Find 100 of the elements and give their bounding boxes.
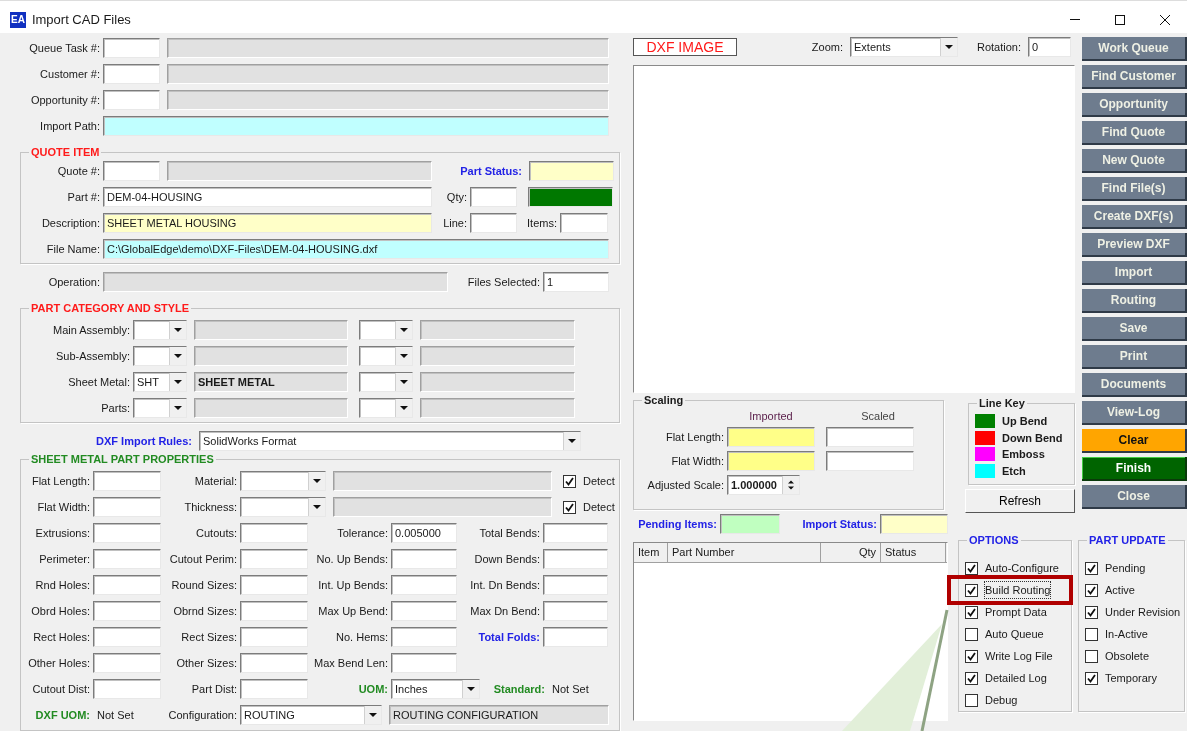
text-field[interactable] [543, 627, 608, 647]
text-field[interactable] [103, 90, 160, 110]
action-button[interactable]: Finish [1082, 457, 1187, 481]
column-header[interactable]: Part Number [668, 543, 821, 563]
text-field[interactable] [826, 451, 914, 471]
text-field[interactable] [391, 653, 457, 673]
checkbox[interactable] [965, 627, 978, 641]
text-field[interactable] [93, 575, 161, 595]
text-field[interactable] [470, 187, 517, 207]
checkbox[interactable] [1085, 583, 1098, 597]
text-field[interactable] [727, 427, 815, 447]
text-field[interactable] [93, 523, 161, 543]
text-field[interactable] [240, 601, 308, 621]
text-field[interactable] [103, 38, 160, 58]
checkbox[interactable] [965, 649, 978, 663]
checkbox[interactable] [965, 583, 978, 597]
column-header[interactable]: Status [881, 543, 946, 563]
text-field[interactable] [93, 679, 161, 699]
text-field[interactable] [880, 514, 948, 534]
checkbox[interactable] [1085, 671, 1098, 685]
action-button[interactable]: Close [1082, 485, 1187, 509]
dropdown-field[interactable] [133, 346, 187, 366]
checkbox[interactable] [1085, 649, 1098, 663]
text-field[interactable] [727, 451, 815, 471]
text-field[interactable] [103, 64, 160, 84]
action-button[interactable]: Print [1082, 345, 1187, 369]
close-icon[interactable] [1158, 13, 1171, 26]
text-field[interactable]: 0 [1028, 37, 1071, 57]
action-button[interactable]: Routing [1082, 289, 1187, 313]
text-field[interactable] [240, 523, 308, 543]
text-field[interactable] [93, 549, 161, 569]
action-button[interactable]: Opportunity [1082, 93, 1187, 117]
maximize-icon[interactable] [1113, 13, 1126, 26]
dropdown-field[interactable] [359, 398, 413, 418]
checkbox[interactable] [1085, 561, 1098, 575]
spinner-field[interactable]: 1.000000 [727, 475, 800, 495]
checkbox[interactable] [965, 693, 978, 707]
text-field[interactable] [103, 116, 609, 136]
text-field[interactable] [93, 653, 161, 673]
text-field[interactable] [103, 161, 160, 181]
spinner-icon[interactable] [786, 479, 796, 491]
text-field[interactable] [391, 601, 457, 621]
text-field[interactable] [391, 549, 457, 569]
action-button[interactable]: Import [1082, 261, 1187, 285]
text-field[interactable] [240, 627, 308, 647]
text-field[interactable] [93, 601, 161, 621]
text-field[interactable] [240, 575, 308, 595]
dropdown-field[interactable]: Inches [391, 679, 480, 699]
checkbox[interactable] [965, 671, 978, 685]
text-field[interactable] [826, 427, 914, 447]
text-field[interactable]: DEM-04-HOUSING [103, 187, 432, 207]
text-field[interactable] [240, 679, 308, 699]
refresh-button[interactable]: Refresh [965, 489, 1075, 513]
action-button[interactable]: Create DXF(s) [1082, 205, 1187, 229]
action-button[interactable]: Documents [1082, 373, 1187, 397]
action-button[interactable]: New Quote [1082, 149, 1187, 173]
text-field[interactable] [391, 627, 457, 647]
text-field[interactable] [529, 161, 614, 181]
dropdown-field[interactable] [359, 346, 413, 366]
text-field[interactable] [470, 213, 517, 233]
checkbox[interactable] [965, 605, 978, 619]
action-button[interactable]: View-Log [1082, 401, 1187, 425]
text-field[interactable]: 1 [543, 272, 609, 292]
dropdown-field[interactable] [359, 320, 413, 340]
text-field[interactable]: 0.005000 [391, 523, 457, 543]
text-field[interactable] [240, 549, 308, 569]
text-field[interactable]: C:\GlobalEdge\demo\DXF-Files\DEM-04-HOUSING.dxf [103, 239, 609, 259]
action-button[interactable]: Save [1082, 317, 1187, 341]
dropdown-field[interactable]: Extents [850, 37, 958, 57]
action-button[interactable]: Clear [1082, 429, 1187, 453]
text-field[interactable] [93, 497, 161, 517]
action-button[interactable]: Find Customer [1082, 65, 1187, 89]
checkbox[interactable] [1085, 605, 1098, 619]
checkbox[interactable] [563, 500, 576, 514]
text-field[interactable] [93, 471, 161, 491]
dropdown-field[interactable]: SHT [133, 372, 187, 392]
dropdown-field[interactable]: SolidWorks Format [199, 431, 581, 451]
action-button[interactable]: Work Queue [1082, 37, 1187, 61]
text-field[interactable] [543, 523, 608, 543]
text-field[interactable] [543, 575, 608, 595]
text-field[interactable] [720, 514, 780, 534]
text-field[interactable] [543, 601, 608, 621]
dropdown-field[interactable]: ROUTING [240, 705, 382, 725]
text-field[interactable] [560, 213, 608, 233]
text-field[interactable] [543, 549, 608, 569]
action-button[interactable]: Preview DXF [1082, 233, 1187, 257]
dropdown-field[interactable] [133, 398, 187, 418]
checkbox[interactable] [1085, 627, 1098, 641]
dropdown-field[interactable] [240, 497, 326, 517]
column-header[interactable]: Item [634, 543, 668, 563]
dropdown-field[interactable] [133, 320, 187, 340]
dropdown-field[interactable] [240, 471, 326, 491]
dropdown-field[interactable] [359, 372, 413, 392]
column-header[interactable]: Qty [821, 543, 881, 563]
text-field[interactable] [93, 627, 161, 647]
checkbox[interactable] [563, 474, 576, 488]
action-button[interactable]: Find Quote [1082, 121, 1187, 145]
text-field[interactable] [240, 653, 308, 673]
checkbox[interactable] [965, 561, 978, 575]
text-field[interactable] [391, 575, 457, 595]
